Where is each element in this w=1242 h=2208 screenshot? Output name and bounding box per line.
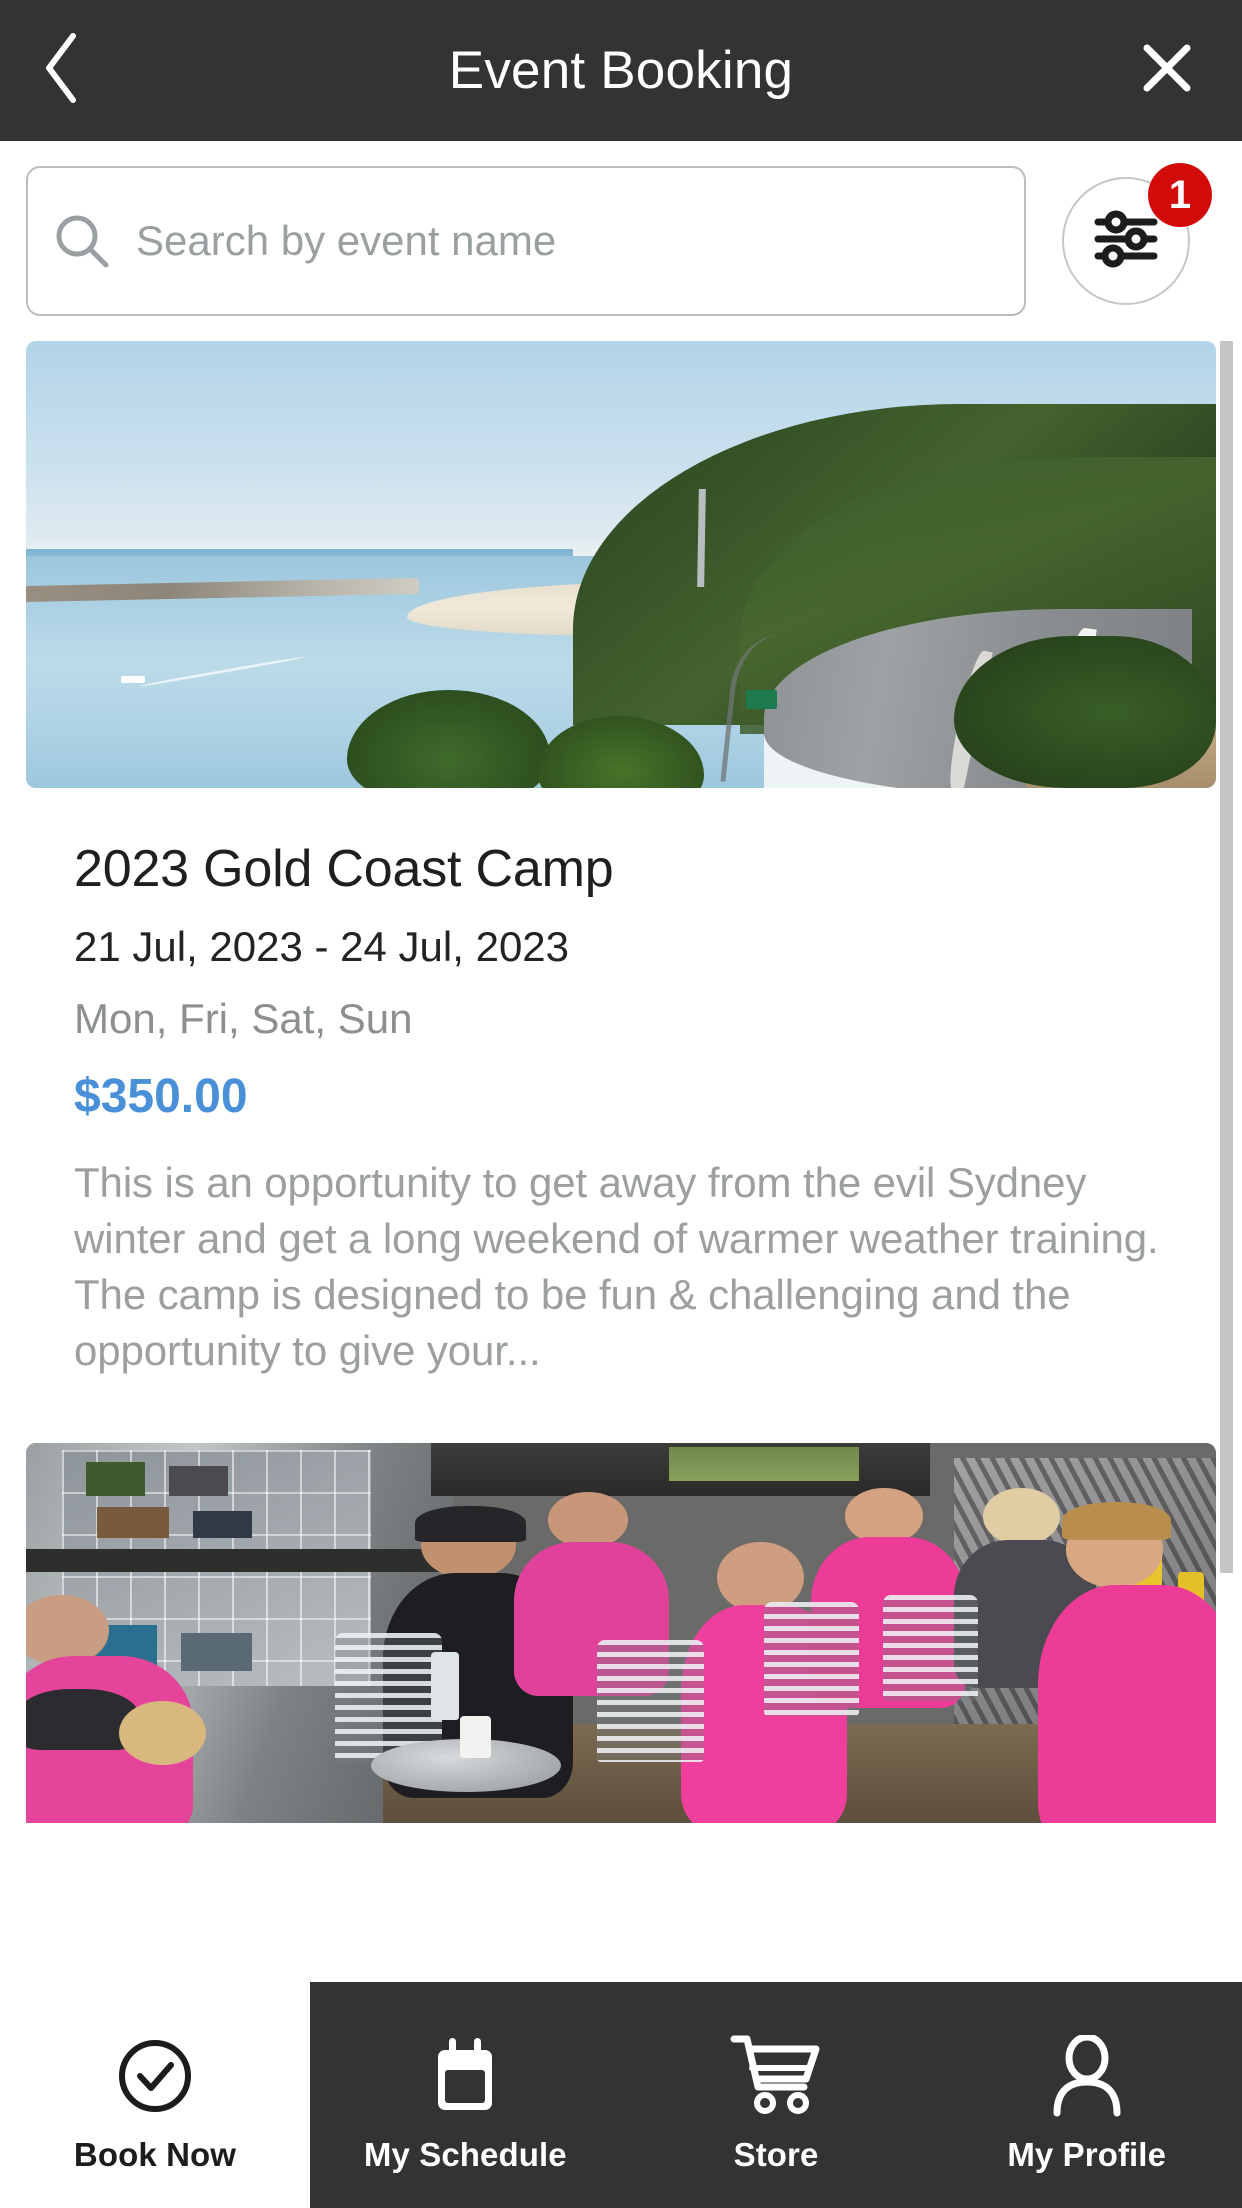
nav-label: Store bbox=[733, 2135, 819, 2173]
page-title: Event Booking bbox=[448, 41, 794, 100]
event-dates: 21 Jul, 2023 - 24 Jul, 2023 bbox=[74, 923, 570, 971]
search-placeholder-text: Search by event name bbox=[136, 217, 557, 264]
event-price: $350.00 bbox=[74, 1069, 248, 1123]
close-button[interactable] bbox=[1128, 32, 1206, 110]
bottom-navigation: Book Now My Schedule Store My Profile bbox=[0, 1982, 1242, 2208]
search-icon bbox=[28, 210, 136, 272]
close-icon bbox=[1139, 40, 1195, 101]
event-title: 2023 Gold Coast Camp bbox=[74, 840, 614, 898]
nav-item-store[interactable]: Store bbox=[621, 1982, 932, 2208]
person-icon bbox=[1051, 2034, 1123, 2118]
event-days: Mon, Fri, Sat, Sun bbox=[74, 995, 413, 1043]
event-image bbox=[26, 341, 1216, 788]
search-input[interactable]: Search by event name bbox=[26, 166, 1026, 316]
event-list-scroll-area[interactable]: 2023 Gold Coast Camp 21 Jul, 2023 - 24 J… bbox=[0, 341, 1242, 1982]
event-booking-screen: Event Booking Search by event name 1 202… bbox=[0, 0, 1242, 2208]
nav-item-my-schedule[interactable]: My Schedule bbox=[310, 1982, 621, 2208]
sliders-filter-icon bbox=[1093, 209, 1159, 274]
nav-label: My Schedule bbox=[363, 2135, 567, 2173]
filter-button-wrap: 1 bbox=[1062, 163, 1212, 305]
app-header: Event Booking bbox=[0, 0, 1242, 141]
event-description: This is an opportunity to get away from … bbox=[74, 1159, 1159, 1374]
nav-item-book-now[interactable]: Book Now bbox=[0, 1982, 310, 2208]
event-card[interactable] bbox=[0, 1442, 1242, 1823]
filter-badge-count: 1 bbox=[1148, 163, 1212, 227]
nav-label: Book Now bbox=[73, 2135, 237, 2173]
back-button[interactable] bbox=[22, 32, 100, 110]
search-row: Search by event name 1 bbox=[0, 141, 1242, 341]
card-spacer bbox=[0, 1379, 1242, 1443]
event-image bbox=[26, 1442, 1216, 1823]
nav-item-my-profile[interactable]: My Profile bbox=[931, 1982, 1242, 2208]
event-details: 2023 Gold Coast Camp 21 Jul, 2023 - 24 J… bbox=[0, 788, 1242, 1379]
check-circle-icon bbox=[115, 2034, 195, 2118]
event-card[interactable]: 2023 Gold Coast Camp 21 Jul, 2023 - 24 J… bbox=[0, 341, 1242, 1379]
calendar-icon bbox=[432, 2034, 498, 2118]
chevron-left-icon bbox=[39, 30, 83, 111]
nav-label: My Profile bbox=[1007, 2135, 1167, 2173]
shopping-cart-icon bbox=[730, 2034, 822, 2118]
